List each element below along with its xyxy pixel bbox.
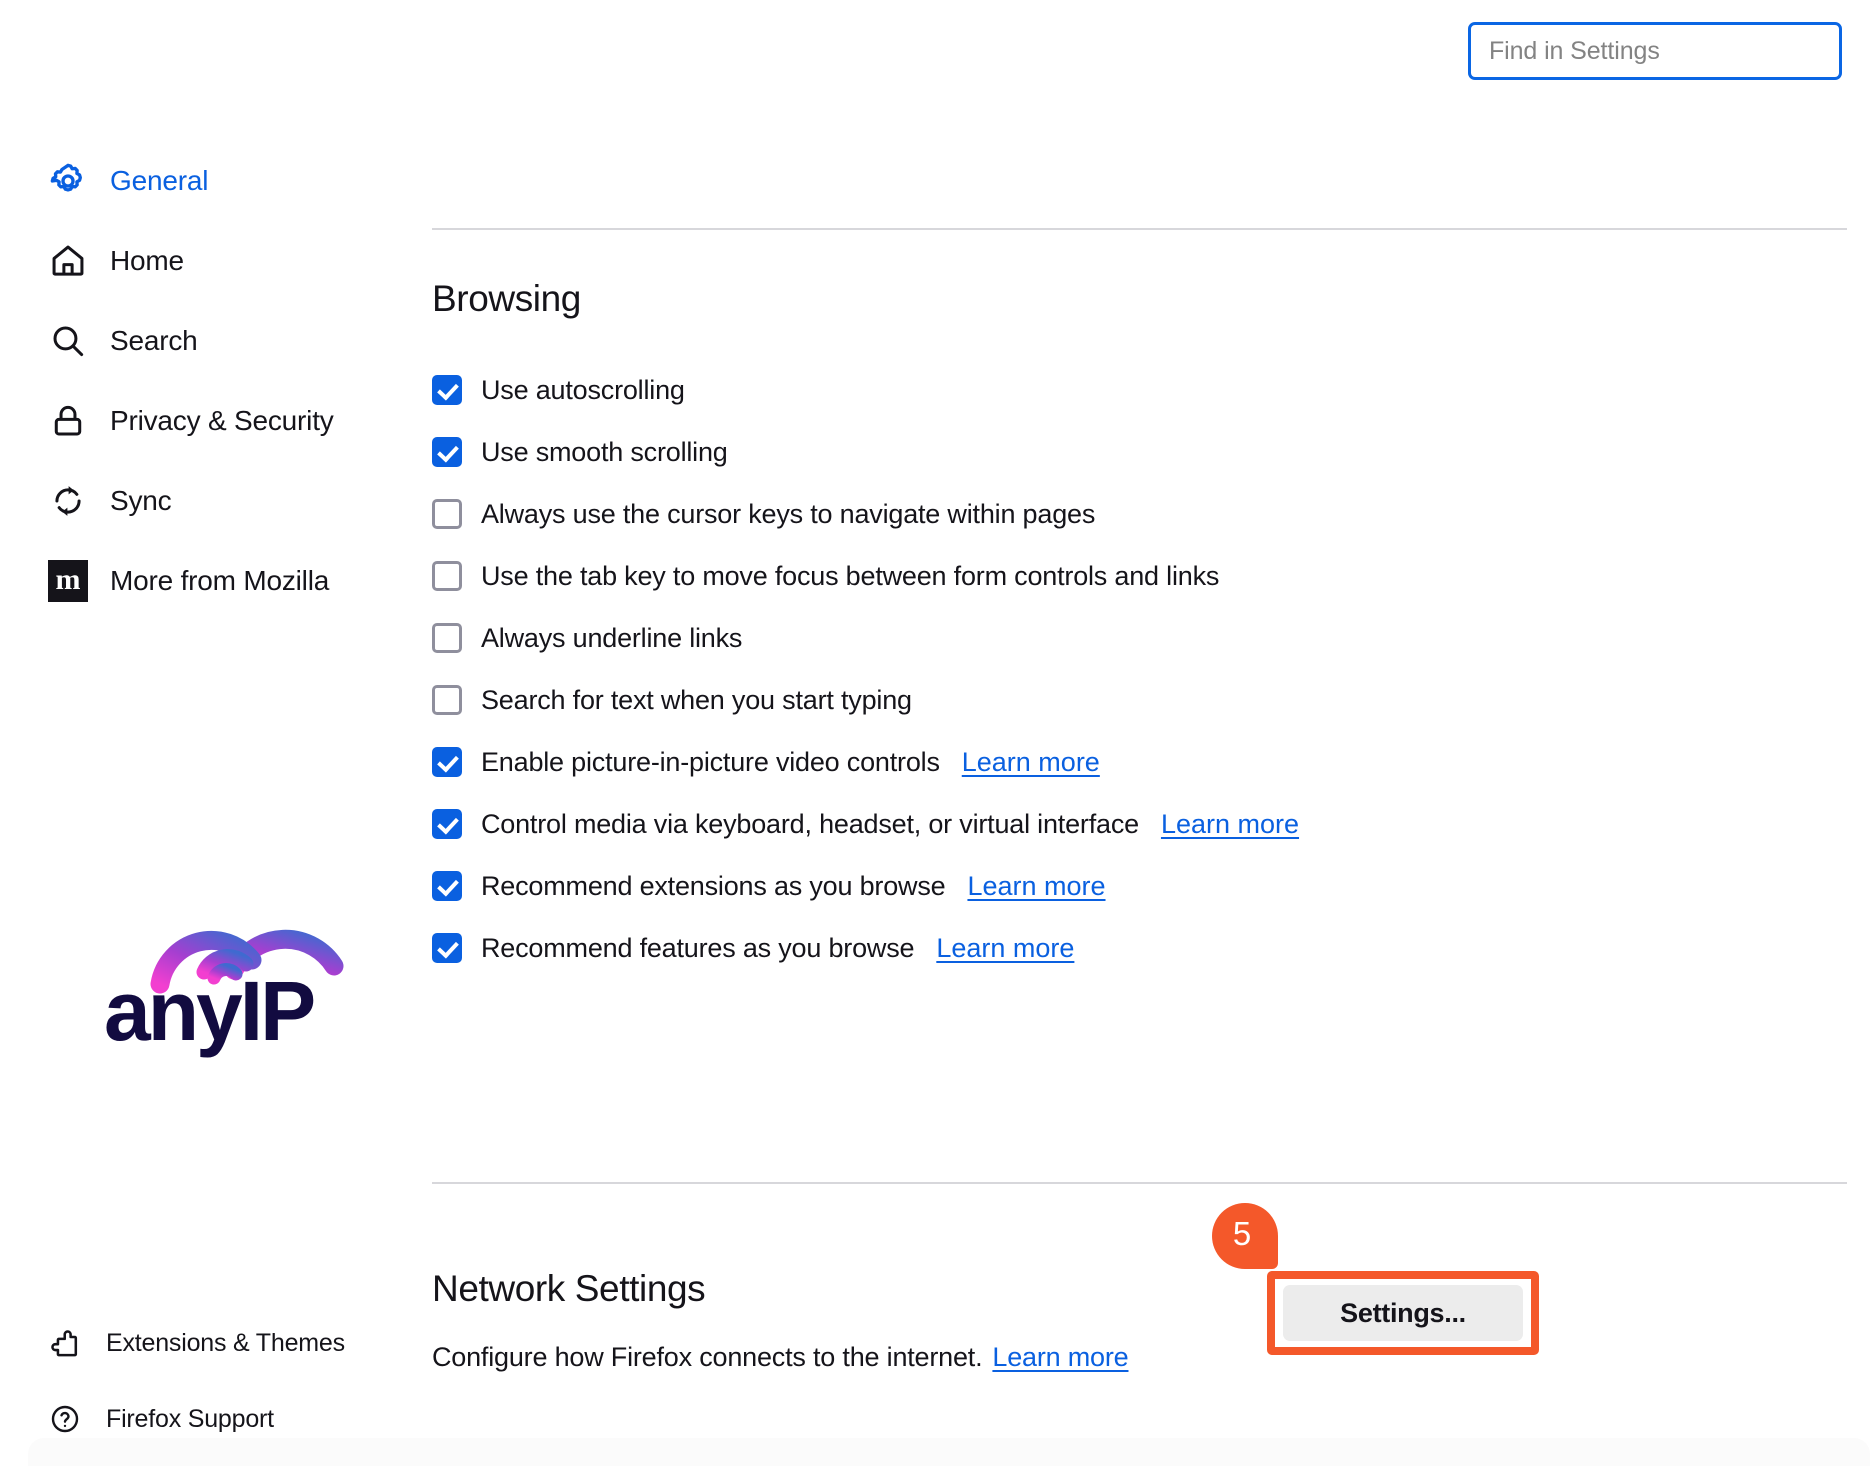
option-label: Use the tab key to move focus between fo… bbox=[481, 560, 1220, 591]
option-label: Recommend extensions as you browse bbox=[481, 870, 946, 901]
option-label: Use autoscrolling bbox=[481, 374, 685, 405]
checkbox[interactable] bbox=[432, 933, 462, 963]
option-search-text-start-typing[interactable]: Search for text when you start typing bbox=[432, 678, 1832, 722]
sidebar-item-general[interactable]: General bbox=[0, 152, 412, 210]
sidebar-item-firefox-support[interactable]: Firefox Support bbox=[0, 1394, 412, 1444]
checkbox[interactable] bbox=[432, 437, 462, 467]
browsing-section-title: Browsing bbox=[432, 278, 581, 319]
option-picture-in-picture[interactable]: Enable picture-in-picture video controls… bbox=[432, 740, 1832, 784]
sidebar-item-home[interactable]: Home bbox=[0, 232, 412, 290]
checkbox[interactable] bbox=[432, 499, 462, 529]
learn-more-link[interactable]: Learn more bbox=[967, 871, 1105, 902]
learn-more-link[interactable]: Learn more bbox=[962, 747, 1100, 778]
sidebar-item-label: Search bbox=[110, 325, 198, 356]
sidebar-primary-nav: General Home Search Privacy & Security S… bbox=[0, 152, 412, 632]
gear-icon bbox=[48, 161, 88, 201]
mozilla-logo-glyph: m bbox=[48, 560, 88, 602]
settings-button-highlight: Settings... bbox=[1267, 1271, 1539, 1355]
option-use-smooth-scrolling[interactable]: Use smooth scrolling bbox=[432, 430, 1832, 474]
checkbox[interactable] bbox=[432, 809, 462, 839]
learn-more-link[interactable]: Learn more bbox=[992, 1342, 1128, 1373]
checkbox[interactable] bbox=[432, 561, 462, 591]
option-recommend-features[interactable]: Recommend features as you browse Learn m… bbox=[432, 926, 1832, 970]
network-settings-button[interactable]: Settings... bbox=[1283, 1285, 1523, 1341]
sidebar-item-search[interactable]: Search bbox=[0, 312, 412, 370]
search-icon bbox=[48, 321, 88, 361]
sidebar-item-more-from-mozilla[interactable]: m More from Mozilla bbox=[0, 552, 412, 610]
option-label: Control media via keyboard, headset, or … bbox=[481, 808, 1139, 839]
divider-middle bbox=[432, 1182, 1847, 1184]
option-label: Recommend features as you browse bbox=[481, 932, 915, 963]
option-label: Always use the cursor keys to navigate w… bbox=[481, 498, 1096, 529]
checkbox[interactable] bbox=[432, 623, 462, 653]
sidebar-item-label: Sync bbox=[110, 485, 172, 516]
window-bottom-edge bbox=[28, 1438, 1870, 1466]
option-cursor-keys-navigate[interactable]: Always use the cursor keys to navigate w… bbox=[432, 492, 1832, 536]
network-description-text: Configure how Firefox connects to the in… bbox=[432, 1342, 983, 1372]
option-tab-key-move-focus[interactable]: Use the tab key to move focus between fo… bbox=[432, 554, 1832, 598]
svg-text:anyIP: anyIP bbox=[104, 964, 314, 1058]
option-label: Always underline links bbox=[481, 622, 743, 653]
checkbox[interactable] bbox=[432, 747, 462, 777]
option-use-autoscrolling[interactable]: Use autoscrolling bbox=[432, 368, 1832, 412]
home-icon bbox=[48, 241, 88, 281]
step-badge-5: 5 bbox=[1212, 1203, 1278, 1269]
sidebar-item-label: Extensions & Themes bbox=[106, 1328, 345, 1357]
option-label: Use smooth scrolling bbox=[481, 436, 728, 467]
sidebar-item-extensions-themes[interactable]: Extensions & Themes bbox=[0, 1318, 412, 1368]
sync-icon bbox=[48, 481, 88, 521]
sidebar-item-label: More from Mozilla bbox=[110, 565, 330, 596]
sidebar-item-label: General bbox=[110, 165, 209, 196]
sidebar-item-label: Privacy & Security bbox=[110, 405, 334, 436]
firefox-settings-page: Find in Settings General Home Search Pri… bbox=[0, 0, 1870, 1466]
mozilla-m-icon: m bbox=[48, 560, 88, 602]
step-badge-number: 5 bbox=[1232, 1214, 1252, 1252]
network-settings-description: Configure how Firefox connects to the in… bbox=[432, 1342, 1129, 1373]
option-label: Enable picture-in-picture video controls bbox=[481, 746, 940, 777]
browsing-options-list: Use autoscrolling Use smooth scrolling A… bbox=[432, 368, 1832, 988]
option-recommend-extensions[interactable]: Recommend extensions as you browse Learn… bbox=[432, 864, 1832, 908]
option-label: Search for text when you start typing bbox=[481, 684, 912, 715]
sidebar-item-label: Home bbox=[110, 245, 184, 276]
learn-more-link[interactable]: Learn more bbox=[936, 933, 1074, 964]
divider-top bbox=[432, 228, 1847, 230]
learn-more-link[interactable]: Learn more bbox=[1161, 809, 1299, 840]
option-always-underline-links[interactable]: Always underline links bbox=[432, 616, 1832, 660]
network-settings-title: Network Settings bbox=[432, 1268, 706, 1309]
lock-icon bbox=[48, 401, 88, 441]
checkbox[interactable] bbox=[432, 685, 462, 715]
settings-content: Browsing Use autoscrolling Use smooth sc… bbox=[412, 0, 1870, 1466]
checkbox[interactable] bbox=[432, 871, 462, 901]
anyip-logo: anyIP bbox=[96, 888, 366, 1058]
sidebar-item-sync[interactable]: Sync bbox=[0, 472, 412, 530]
question-circle-icon bbox=[48, 1402, 82, 1436]
option-control-media[interactable]: Control media via keyboard, headset, or … bbox=[432, 802, 1832, 846]
sidebar: General Home Search Privacy & Security S… bbox=[0, 0, 412, 1466]
puzzle-piece-icon bbox=[48, 1326, 82, 1360]
checkbox[interactable] bbox=[432, 375, 462, 405]
sidebar-item-privacy-security[interactable]: Privacy & Security bbox=[0, 392, 412, 450]
sidebar-item-label: Firefox Support bbox=[106, 1404, 274, 1433]
